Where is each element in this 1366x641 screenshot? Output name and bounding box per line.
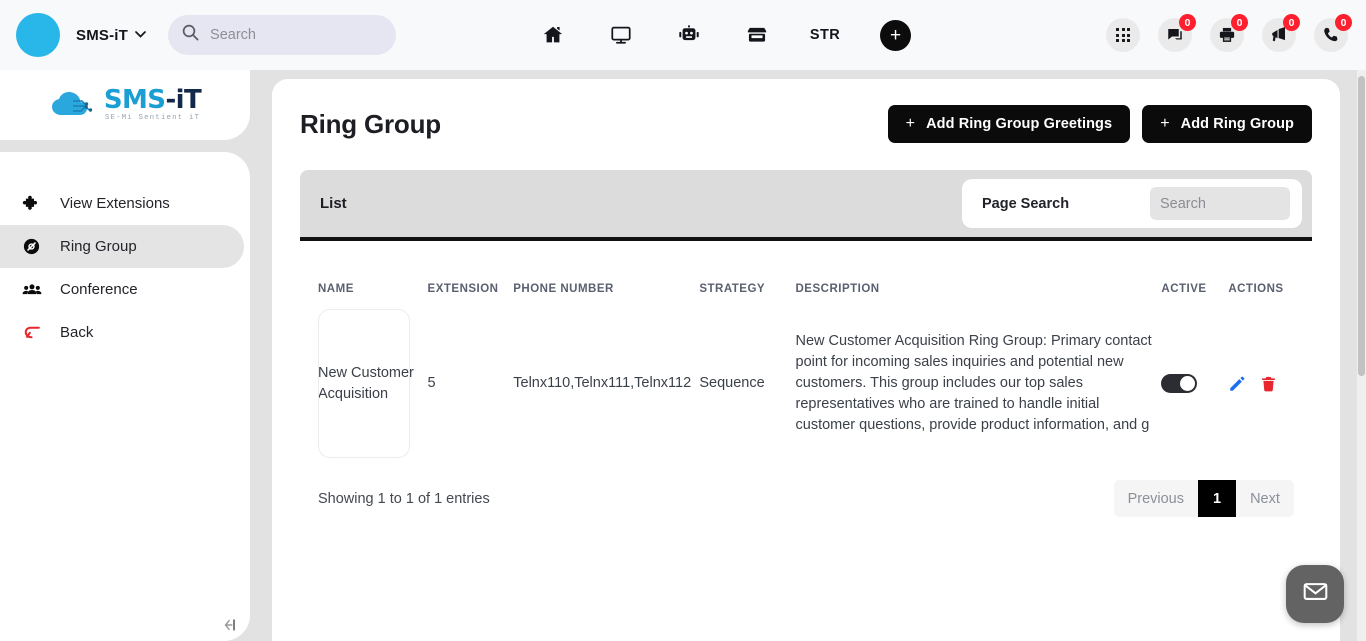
page-search-label: Page Search xyxy=(982,195,1070,212)
page-search-input[interactable] xyxy=(1150,187,1290,220)
main-content-panel: Ring Group + Add Ring Group Greetings + … xyxy=(272,79,1340,641)
page-scrollbar-thumb[interactable] xyxy=(1358,76,1365,376)
sidebar-item-label: Conference xyxy=(60,281,138,298)
pagination-next-button[interactable]: Next xyxy=(1236,480,1294,517)
button-label: Add Ring Group Greetings xyxy=(926,116,1113,132)
page-search-panel: Page Search xyxy=(962,179,1302,228)
cell-active xyxy=(1161,309,1228,458)
table-body: New Customer Acquisition 5 Telnx110,Teln… xyxy=(300,309,1312,458)
list-title: List xyxy=(320,195,347,212)
sidebar-item-view-extensions[interactable]: View Extensions xyxy=(0,182,250,225)
phone-icon[interactable]: 0 xyxy=(1314,14,1352,52)
table-footer: Showing 1 to 1 of 1 entries Previous 1 N… xyxy=(300,458,1312,517)
logo-wordmark: SMS-iT xyxy=(103,85,202,116)
monitor-icon[interactable] xyxy=(608,22,634,48)
table-header-row: NAME EXTENSION PHONE NUMBER STRATEGY DES… xyxy=(300,241,1312,309)
sms-it-logo: SMS-iT SE-Mi Sentient iT xyxy=(49,85,202,123)
app-grid-dots xyxy=(1116,28,1130,42)
plus-icon: + xyxy=(905,115,916,132)
cell-description: New Customer Acquisition Ring Group: Pri… xyxy=(795,333,1152,433)
ring-group-icon xyxy=(22,237,48,256)
home-icon[interactable] xyxy=(540,22,566,48)
cell-actions xyxy=(1228,309,1312,458)
ring-group-table-area: NAME EXTENSION PHONE NUMBER STRATEGY DES… xyxy=(300,241,1312,517)
sidebar-menu: View Extensions Ring Group Conference Ba… xyxy=(0,152,250,641)
str-label[interactable]: STR xyxy=(810,22,840,48)
phone-badge: 0 xyxy=(1335,14,1352,31)
logo-tagline: SE-Mi Sentient iT xyxy=(104,114,201,123)
pagination-previous-button[interactable]: Previous xyxy=(1113,480,1198,517)
plus-icon: + xyxy=(1160,115,1170,132)
list-card: List Page Search xyxy=(300,170,1312,241)
cell-extension: 5 xyxy=(427,375,436,391)
message-fab-button[interactable] xyxy=(1286,565,1344,623)
cell-phone-number: Telnx110,Telnx111,Telnx112 xyxy=(513,375,692,391)
top-nav-icons: STR + xyxy=(540,0,911,70)
store-icon[interactable] xyxy=(744,22,770,48)
printer-icon[interactable]: 0 xyxy=(1210,14,1248,52)
search-input[interactable] xyxy=(210,27,381,43)
top-right-icons: 0 0 0 0 xyxy=(1106,0,1352,70)
sidebar-logo-card: SMS-iT SE-Mi Sentient iT xyxy=(0,70,250,140)
active-toggle[interactable] xyxy=(1161,374,1198,393)
people-icon xyxy=(22,280,48,300)
button-label: Add Ring Group xyxy=(1180,116,1294,132)
chat-icon[interactable]: 0 xyxy=(1158,14,1196,52)
robot-icon[interactable] xyxy=(676,22,702,48)
pagination: Previous 1 Next xyxy=(1113,480,1294,517)
brand-avatar xyxy=(16,13,60,57)
page-header: Ring Group + Add Ring Group Greetings + … xyxy=(300,105,1312,143)
cell-strategy: Sequence xyxy=(699,375,765,391)
sidebar-item-label: Back xyxy=(60,324,94,341)
brand-area[interactable]: SMS-iT xyxy=(16,13,146,57)
back-arrow-icon xyxy=(22,323,48,342)
row-card-border xyxy=(318,309,410,458)
table-row[interactable]: New Customer Acquisition 5 Telnx110,Teln… xyxy=(300,309,1312,458)
top-navigation-bar: SMS-iT STR + xyxy=(0,0,1366,70)
column-header-description[interactable]: DESCRIPTION xyxy=(796,241,1162,309)
add-button[interactable]: + xyxy=(880,19,911,51)
page-title: Ring Group xyxy=(300,108,441,139)
column-header-extension[interactable]: EXTENSION xyxy=(428,241,514,309)
entries-info: Showing 1 to 1 of 1 entries xyxy=(318,490,490,507)
cloud-logo-icon xyxy=(51,92,93,115)
global-search-box[interactable] xyxy=(168,15,397,55)
search-icon xyxy=(182,24,199,46)
printer-badge: 0 xyxy=(1231,14,1248,31)
app-grid-icon[interactable] xyxy=(1106,18,1140,52)
cell-name: New Customer Acquisition xyxy=(300,309,428,458)
pencil-icon[interactable] xyxy=(1228,375,1246,393)
row-actions xyxy=(1228,375,1304,393)
sidebar-item-conference[interactable]: Conference xyxy=(0,268,250,311)
add-ring-group-greetings-button[interactable]: + Add Ring Group Greetings xyxy=(887,105,1131,143)
table-head: NAME EXTENSION PHONE NUMBER STRATEGY DES… xyxy=(300,241,1312,309)
envelope-icon xyxy=(1302,578,1329,610)
sidebar-collapse-toggle[interactable] xyxy=(222,618,238,632)
divider xyxy=(300,237,1312,241)
row-name-value: New Customer Acquisition xyxy=(318,364,414,402)
column-header-strategy[interactable]: STRATEGY xyxy=(699,241,795,309)
ring-group-table: NAME EXTENSION PHONE NUMBER STRATEGY DES… xyxy=(300,241,1312,458)
chevron-down-icon[interactable] xyxy=(135,29,146,41)
sidebar-item-back[interactable]: Back xyxy=(0,311,250,354)
megaphone-badge: 0 xyxy=(1283,14,1300,31)
header-actions: + Add Ring Group Greetings + Add Ring Gr… xyxy=(887,105,1312,143)
column-header-phone-number[interactable]: PHONE NUMBER xyxy=(513,241,699,309)
list-toolbar: List Page Search xyxy=(300,170,1312,237)
add-ring-group-button[interactable]: + Add Ring Group xyxy=(1142,105,1312,143)
sidebar-item-label: View Extensions xyxy=(60,195,170,212)
sidebar: SMS-iT SE-Mi Sentient iT View Extensions… xyxy=(0,70,250,641)
megaphone-icon[interactable]: 0 xyxy=(1262,14,1300,52)
trash-icon[interactable] xyxy=(1260,375,1277,393)
column-header-name[interactable]: NAME xyxy=(300,241,428,309)
column-header-actions[interactable]: ACTIONS xyxy=(1228,241,1312,309)
pagination-page-1-button[interactable]: 1 xyxy=(1198,480,1236,517)
chat-badge: 0 xyxy=(1179,14,1196,31)
column-header-active[interactable]: ACTIVE xyxy=(1161,241,1228,309)
sidebar-item-label: Ring Group xyxy=(60,238,137,255)
sidebar-item-ring-group[interactable]: Ring Group xyxy=(0,225,244,268)
puzzle-icon xyxy=(22,194,48,213)
brand-name: SMS-iT xyxy=(76,26,129,44)
